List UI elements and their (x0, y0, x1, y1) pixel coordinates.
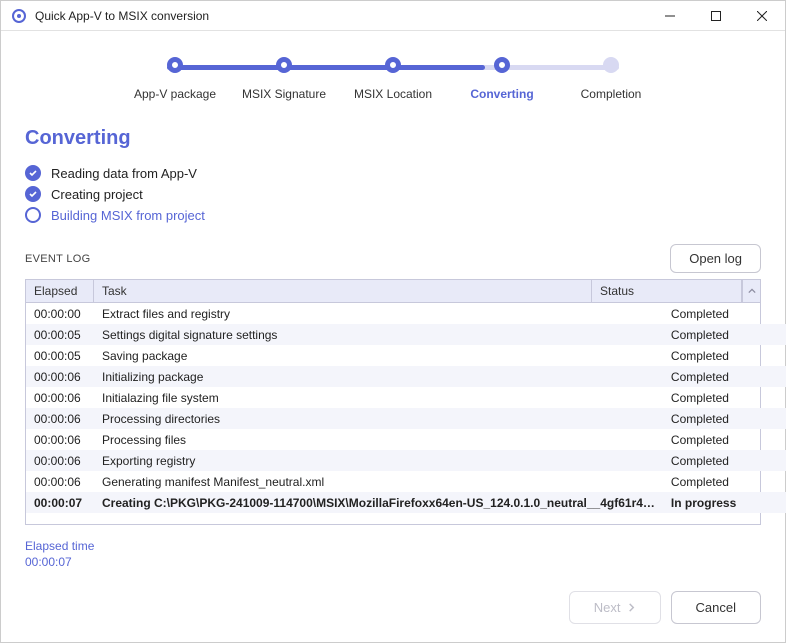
cell-elapsed: 00:00:05 (26, 345, 94, 367)
cell-elapsed: 00:00:05 (26, 324, 94, 346)
cell-status: Completed (663, 450, 786, 472)
cell-elapsed: 00:00:06 (26, 366, 94, 388)
check-icon (25, 186, 41, 202)
wizard-step-0: App-V package (125, 57, 225, 103)
cell-task: Settings digital signature settings (94, 324, 663, 346)
step-dot-icon (167, 57, 183, 73)
wizard-step-2: MSIX Location (343, 57, 443, 103)
cell-status: Completed (663, 345, 786, 367)
open-log-button[interactable]: Open log (670, 244, 761, 273)
task-item: Building MSIX from project (25, 207, 761, 223)
step-label: App-V package (134, 87, 216, 103)
step-label: MSIX Signature (242, 87, 326, 103)
minimize-button[interactable] (647, 1, 693, 30)
app-icon (11, 8, 27, 24)
cell-status: Completed (663, 387, 786, 409)
cell-status: Completed (663, 408, 786, 430)
cell-task: Processing directories (94, 408, 663, 430)
cell-status: In progress (663, 492, 786, 514)
scroll-up-header-icon[interactable] (742, 280, 760, 302)
step-label: Completion (581, 87, 642, 103)
elapsed-time-value: 00:00:07 (25, 555, 761, 569)
step-label: Converting (470, 87, 533, 103)
close-button[interactable] (739, 1, 785, 30)
table-row[interactable]: 00:00:07 Creating C:\PKG\PKG-241009-1147… (26, 492, 786, 513)
event-log-grid: Elapsed Task Status 00:00:00 Extract fil… (25, 279, 761, 525)
next-button-label: Next (594, 600, 621, 615)
cell-status: Completed (663, 324, 786, 346)
dialog-footer: Next Cancel (25, 591, 761, 624)
cell-elapsed: 00:00:06 (26, 408, 94, 430)
window-title: Quick App-V to MSIX conversion (35, 9, 647, 23)
elapsed-time-label: Elapsed time (25, 539, 761, 553)
table-row[interactable]: 00:00:05 Settings digital signature sett… (26, 324, 786, 345)
cell-elapsed: 00:00:06 (26, 387, 94, 409)
titlebar: Quick App-V to MSIX conversion (1, 1, 785, 31)
cell-task: Exporting registry (94, 450, 663, 472)
cancel-button[interactable]: Cancel (671, 591, 761, 624)
table-row[interactable]: 00:00:06 Exporting registry Completed (26, 450, 786, 471)
column-header-status[interactable]: Status (592, 280, 742, 302)
cell-status: Completed (663, 429, 786, 451)
cell-elapsed: 00:00:06 (26, 429, 94, 451)
cell-task: Initializing package (94, 366, 663, 388)
column-header-task[interactable]: Task (94, 280, 592, 302)
step-dot-icon (603, 57, 619, 73)
content-area: App-V package MSIX Signature MSIX Locati… (1, 31, 785, 642)
cell-status: Completed (663, 471, 786, 493)
maximize-button[interactable] (693, 1, 739, 30)
cell-elapsed: 00:00:00 (26, 303, 94, 325)
step-dot-icon (276, 57, 292, 73)
cell-elapsed: 00:00:06 (26, 450, 94, 472)
task-label: Creating project (51, 187, 143, 202)
table-row[interactable]: 00:00:06 Initialazing file system Comple… (26, 387, 786, 408)
wizard-step-1: MSIX Signature (234, 57, 334, 103)
cell-elapsed: 00:00:07 (26, 492, 94, 514)
step-dot-icon (494, 57, 510, 73)
table-row[interactable]: 00:00:06 Processing files Completed (26, 429, 786, 450)
event-log-title: EVENT LOG (25, 253, 90, 265)
wizard-step-3: Converting (452, 57, 552, 103)
task-item: Reading data from App-V (25, 165, 761, 181)
cell-task: Processing files (94, 429, 663, 451)
step-label: MSIX Location (354, 87, 432, 103)
table-row[interactable]: 00:00:06 Generating manifest Manifest_ne… (26, 471, 786, 492)
cell-task: Saving package (94, 345, 663, 367)
section-title: Converting (25, 127, 761, 150)
cell-task: Creating C:\PKG\PKG-241009-114700\MSIX\M… (94, 492, 663, 514)
grid-header: Elapsed Task Status (26, 280, 760, 303)
spinner-icon (25, 207, 41, 223)
table-row[interactable]: 00:00:00 Extract files and registry Comp… (26, 303, 786, 324)
window-controls (647, 1, 785, 30)
cell-task: Generating manifest Manifest_neutral.xml (94, 471, 663, 493)
cell-elapsed: 00:00:06 (26, 471, 94, 493)
task-label: Reading data from App-V (51, 166, 197, 181)
cell-task: Initialazing file system (94, 387, 663, 409)
wizard-progress: App-V package MSIX Signature MSIX Locati… (25, 57, 761, 103)
check-icon (25, 165, 41, 181)
cell-task: Extract files and registry (94, 303, 663, 325)
table-row[interactable]: 00:00:06 Processing directories Complete… (26, 408, 786, 429)
table-row[interactable]: 00:00:05 Saving package Completed (26, 345, 786, 366)
column-header-elapsed[interactable]: Elapsed (26, 280, 94, 302)
elapsed-time: Elapsed time 00:00:07 (25, 539, 761, 569)
task-label: Building MSIX from project (51, 208, 205, 223)
wizard-step-4: Completion (561, 57, 661, 103)
cell-status: Completed (663, 366, 786, 388)
app-window: Quick App-V to MSIX conversion App-V pac… (0, 0, 786, 643)
task-item: Creating project (25, 186, 761, 202)
next-button: Next (569, 591, 661, 624)
table-row[interactable]: 00:00:06 Initializing package Completed (26, 366, 786, 387)
step-dot-icon (385, 57, 401, 73)
chevron-right-icon (627, 600, 636, 615)
cell-status: Completed (663, 303, 786, 325)
